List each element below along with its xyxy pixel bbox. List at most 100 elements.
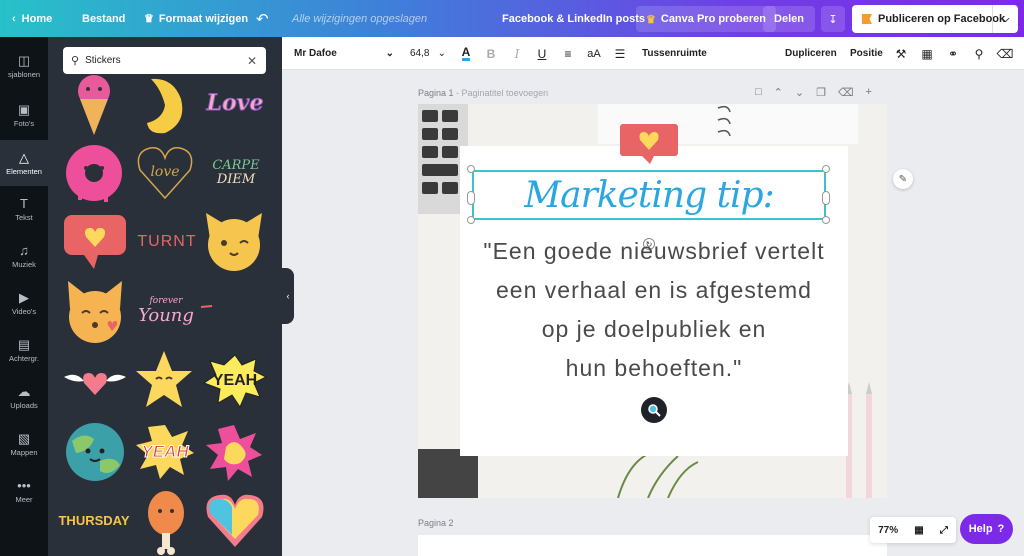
heading-text[interactable]: Marketing tip: [472, 170, 826, 220]
transparency-icon[interactable]: ▦ [919, 37, 935, 70]
sticker-earth[interactable] [64, 421, 126, 483]
sticker-thursday[interactable]: THURSDAY [58, 507, 130, 533]
rail-templates[interactable]: ◫ sjablonen [0, 43, 48, 89]
sticker-drumstick[interactable] [144, 489, 188, 556]
letter-case-icon[interactable]: aA [586, 37, 602, 70]
copy-page-icon[interactable]: ❐ [816, 86, 826, 99]
font-dropdown[interactable]: Mr Dafoe ⌄ [294, 37, 394, 70]
quote-text[interactable]: "Een goede nieuwsbrief vertelt een verha… [462, 232, 846, 388]
crown-icon: ♛ [646, 13, 656, 26]
rail-elements[interactable]: △ Elementen [0, 140, 48, 186]
search-input[interactable] [85, 55, 236, 66]
resize-handle[interactable] [822, 216, 830, 224]
sticker-cat-kiss[interactable] [64, 279, 126, 345]
duplicate-button[interactable]: Dupliceren [785, 37, 837, 70]
position-button[interactable]: Positie [850, 37, 883, 70]
home-button[interactable]: ‹ Home [12, 0, 52, 37]
sticker-turnt[interactable]: TURNT [136, 227, 198, 257]
italic-icon[interactable]: I [509, 37, 525, 70]
document-title[interactable]: Facebook & LinkedIn posts [502, 0, 645, 37]
sticker-icecream[interactable] [64, 75, 124, 137]
crown-icon: ♛ [144, 13, 154, 25]
rail-background[interactable]: ▤ Achtergr. [0, 327, 48, 373]
chevron-left-icon: ‹ [286, 291, 290, 301]
resize-handle[interactable] [822, 191, 830, 205]
sticker-love-heart[interactable]: love [134, 142, 196, 202]
sticker-diem-text: DIEM [216, 172, 256, 187]
link-icon[interactable]: ⚭ [945, 37, 961, 70]
rail-photos[interactable]: ▣ Foto's [0, 92, 48, 138]
top-bar: ‹ Home Bestand ♛ Formaat wijzigen ↶ Alle… [0, 0, 1024, 37]
side-rail: ◫ sjablonen ▣ Foto's △ Elementen T Tekst… [0, 37, 48, 556]
publish-facebook-button[interactable]: Publiceren op Facebook ⌵ [852, 5, 1018, 33]
sticker-cat-wink[interactable] [202, 209, 266, 273]
download-icon[interactable]: ↧ [821, 6, 845, 32]
spacing-button[interactable]: Tussenruimte [642, 37, 707, 70]
chevron-up-icon[interactable]: ⌃ [774, 86, 783, 99]
publish-label: Publiceren op Facebook [878, 13, 1006, 25]
trash-icon[interactable]: ⌫ [997, 37, 1014, 70]
add-comment-icon[interactable]: ✎ [893, 169, 913, 189]
home-label: Home [21, 12, 53, 25]
rail-music[interactable]: ♫ Muziek [0, 233, 48, 279]
help-button[interactable]: Help ? [960, 514, 1013, 544]
magnifier-badge[interactable] [641, 397, 667, 423]
heart-bubble-sticker[interactable] [620, 124, 678, 164]
underline-icon[interactable]: U [534, 37, 550, 70]
sticker-like-bubble[interactable] [64, 215, 126, 269]
video-icon: ▶ [19, 289, 29, 305]
resize-handle[interactable] [467, 191, 475, 205]
page-tools: □ ⌃ ⌄ ❐ ⌫ + [755, 86, 872, 99]
zoom-level[interactable]: 77% [878, 525, 898, 536]
sticker-hand[interactable] [138, 75, 194, 137]
rail-text[interactable]: T Tekst [0, 186, 48, 232]
sticker-donut[interactable] [64, 140, 124, 206]
resize-handle[interactable] [467, 216, 475, 224]
share-button[interactable]: Delen [763, 6, 815, 32]
fullscreen-icon[interactable]: ⤢ [940, 525, 948, 536]
rail-folders[interactable]: ▧ Mappen [0, 421, 48, 467]
sticker-forever-young[interactable]: forever Young [134, 291, 198, 331]
delete-page-icon[interactable]: ⌫ [838, 86, 854, 99]
resize-handle[interactable] [467, 165, 475, 173]
list-icon[interactable]: ☰ [612, 37, 628, 70]
note-icon[interactable]: □ [755, 86, 762, 99]
font-size-dropdown[interactable]: 64,8 ⌄ [410, 37, 446, 70]
sticker-pow[interactable] [204, 423, 264, 483]
lock-icon[interactable]: ⚲ [971, 37, 987, 70]
sticker-yeah-burst[interactable]: YEAH [134, 423, 196, 481]
resize-handle[interactable] [822, 165, 830, 173]
sticker-rainbow-heart[interactable] [202, 489, 268, 551]
file-menu[interactable]: Bestand [82, 0, 125, 37]
collapse-panel-button[interactable]: ‹ [282, 268, 294, 324]
bold-icon[interactable]: B [483, 37, 499, 70]
sticker-carpe-diem[interactable]: CARPE DIEM [204, 149, 268, 197]
try-pro-button[interactable]: ♛ Canva Pro proberen [636, 6, 777, 32]
chevron-down-icon[interactable]: ⌄ [795, 86, 804, 99]
chevron-down-icon[interactable]: ⌵ [992, 5, 1018, 33]
text-color-icon[interactable]: A [458, 37, 474, 70]
grid-view-icon[interactable]: ▦ [914, 525, 923, 536]
add-page-icon[interactable]: + [866, 86, 872, 99]
align-center-icon[interactable]: ≡ [560, 37, 576, 70]
quote-line: hun behoeften." [565, 355, 743, 381]
design-page-2[interactable] [418, 535, 887, 556]
sticker-love[interactable]: Love [202, 85, 268, 121]
close-icon[interactable]: ✕ [247, 54, 257, 68]
resize-label: Formaat wijzigen [158, 12, 249, 25]
page1-title-input[interactable]: Paginatitel toevoegen [462, 88, 549, 98]
rail-label: Mappen [10, 447, 38, 457]
rail-more[interactable]: ••• Meer [0, 468, 48, 514]
page2-label: Pagina 2 [418, 518, 454, 528]
paint-roller-icon[interactable]: ⚒ [893, 37, 909, 70]
undo-icon[interactable]: ↶ [256, 0, 269, 37]
rail-videos[interactable]: ▶ Video's [0, 280, 48, 326]
sticker-young-text: Young [138, 305, 194, 326]
sticker-winged-heart[interactable] [62, 367, 128, 397]
sticker-star[interactable] [134, 349, 194, 409]
question-icon: ? [997, 523, 1005, 535]
resize-button[interactable]: ♛ Formaat wijzigen [144, 0, 248, 37]
rail-uploads[interactable]: ☁ Uploads [0, 374, 48, 420]
sticker-dash[interactable] [200, 303, 214, 311]
sticker-yeah[interactable]: YEAH [202, 353, 268, 409]
